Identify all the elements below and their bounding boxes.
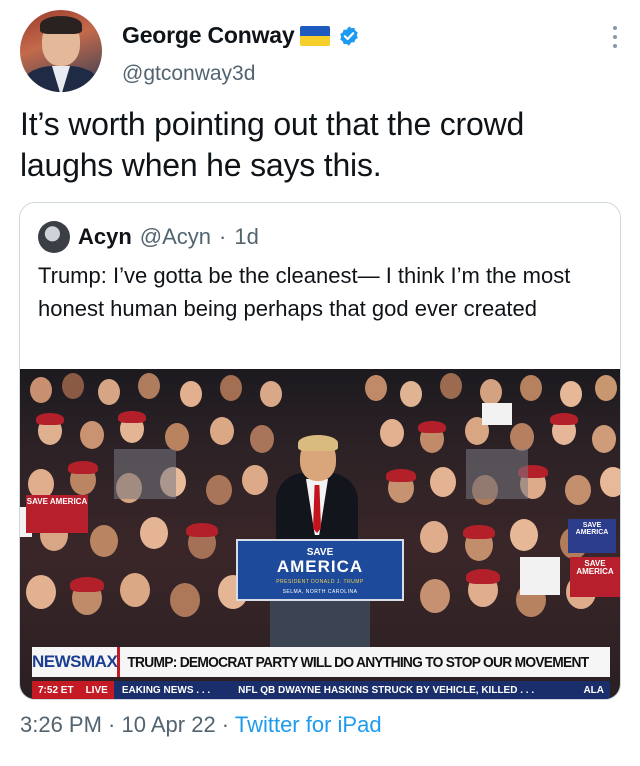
save-america-sign: SAVE AMERICA [568,519,616,553]
tweet-source-link[interactable]: Twitter for iPad [235,712,382,737]
ukraine-flag-icon [299,25,330,46]
save-america-sign: SAVE AMERICA [26,495,88,533]
save-america-sign: SAVE AMERICA [570,557,620,597]
author-name[interactable]: George Conway [122,22,295,49]
footer-sep-1: · [101,712,122,737]
tweet-time[interactable]: 3:26 PM [20,712,102,737]
quoted-tweet[interactable]: Acyn @Acyn · 1d Trump: I’ve gotta be the… [19,202,621,700]
quoted-text: Trump: I’ve gotta be the cleanest— I thi… [38,263,571,321]
quoted-time[interactable]: 1d [234,224,258,250]
tweet-text: It’s worth pointing out that the crowd l… [20,106,525,183]
tweet-header: George Conway @gtconway3d [20,8,620,98]
quoted-name[interactable]: Acyn [78,224,132,250]
footer-sep-2: · [215,712,235,737]
quoted-separator: · [219,224,227,249]
newsmax-logo: NEWSMAX [32,647,121,677]
ticker-time: 7:52 ET [38,684,74,696]
author-avatar[interactable] [20,10,102,92]
ticker-breaking: EAKING NEWS . . . [121,684,211,696]
author-handle[interactable]: @gtconway3d [122,62,255,86]
ticker-time-box: 7:52 ET LIVE [32,681,114,699]
ticker-crawl-bar: 7:52 ET LIVE EAKING NEWS . . . NFL QB DW… [32,681,610,699]
podium-line-2: AMERICA [276,557,364,576]
verified-badge-icon [339,25,358,46]
news-ticker: NEWSMAX TRUMP: DEMOCRAT PARTY WILL DO AN… [20,641,620,699]
ticker-headline-bar: NEWSMAX TRUMP: DEMOCRAT PARTY WILL DO AN… [32,647,610,677]
tweet-date[interactable]: 10 Apr 22 [122,712,216,737]
ticker-overflow: ALA [583,684,604,696]
quoted-header: Acyn @Acyn · 1d [38,221,259,253]
author-name-row[interactable]: George Conway [122,22,360,49]
quoted-avatar[interactable] [38,221,70,253]
podium-sign: SAVE AMERICA PRESIDENT DONALD J. TRUMP S… [236,539,404,601]
quoted-handle[interactable]: @Acyn [140,224,211,250]
tweet-footer: 3:26 PM · 10 Apr 22 · Twitter for iPad [20,712,382,738]
ticker-news: NFL QB DWAYNE HASKINS STRUCK BY VEHICLE,… [238,684,535,696]
ticker-headline: TRUMP: DEMOCRAT PARTY WILL DO ANYTHING T… [127,653,590,671]
podium-line-4: SELMA, NORTH CAROLINA [282,589,358,595]
podium-line-3: PRESIDENT DONALD J. TRUMP [276,579,364,585]
video-thumbnail[interactable]: SAVE AMERICA SAVE AMERICA SAVE AMERICA S… [20,369,620,699]
ticker-live: LIVE [85,684,108,696]
more-options-icon[interactable] [610,22,620,52]
